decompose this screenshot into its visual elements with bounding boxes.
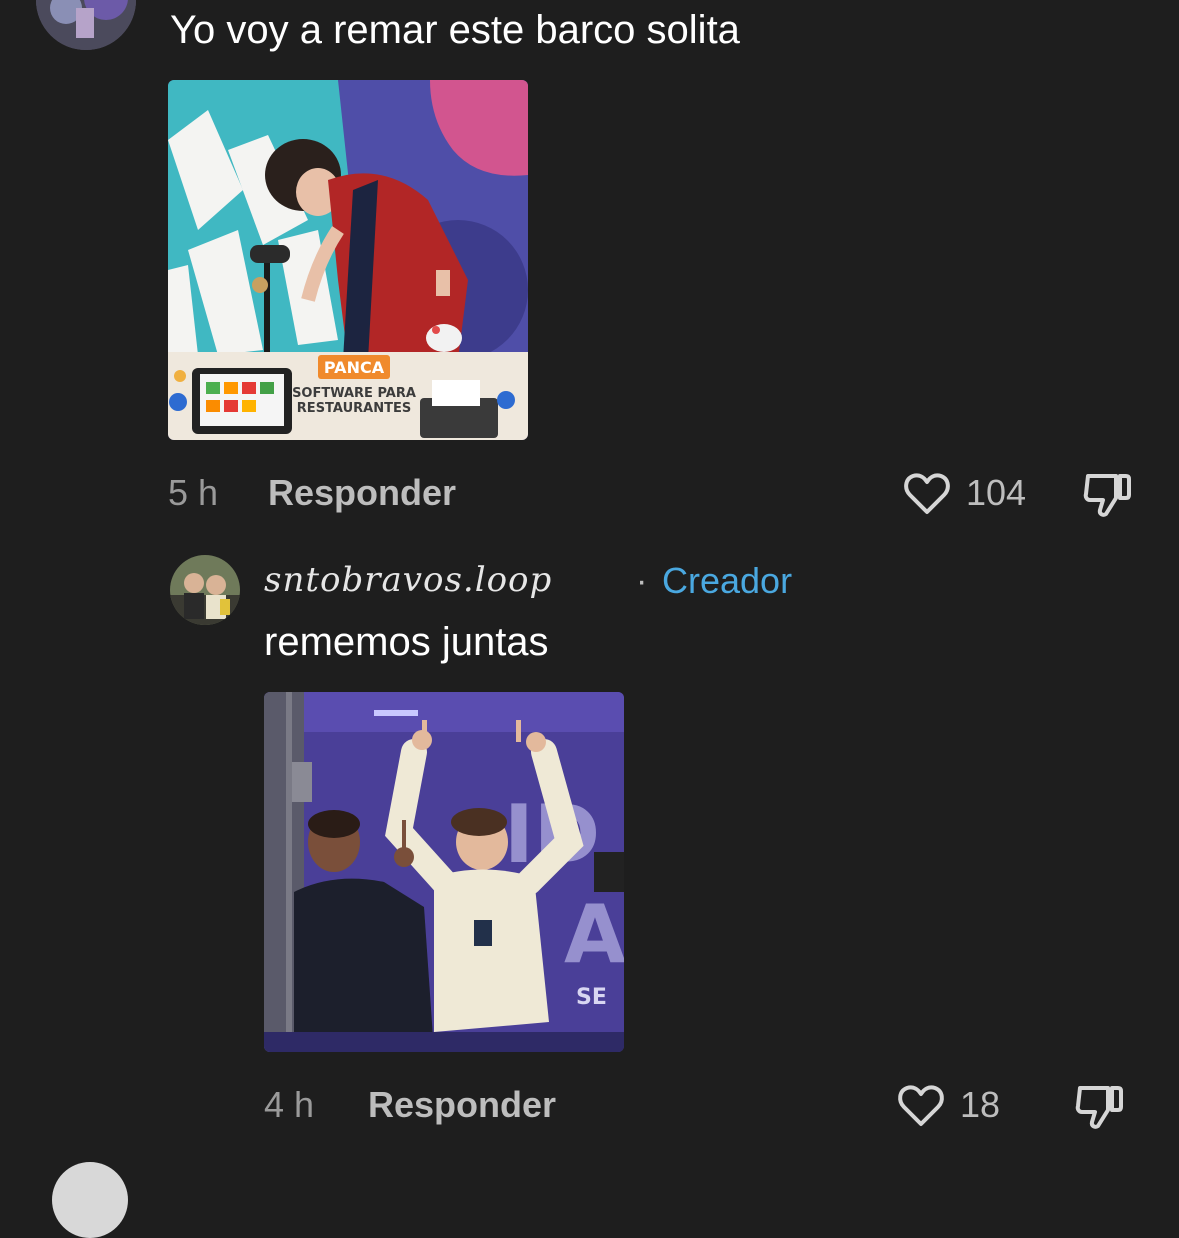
separator-dot: · [636, 562, 648, 600]
username[interactable]: sntobravos.loop [264, 560, 552, 600]
comment-avatar[interactable] [170, 555, 240, 625]
comment-avatar[interactable] [36, 0, 136, 50]
banner-line2: RESTAURANTES [297, 401, 411, 416]
comment-image[interactable]: ID A SE [264, 692, 624, 1052]
heart-icon [898, 1085, 944, 1126]
like-count: 104 [966, 472, 1027, 513]
like-button[interactable] [902, 468, 952, 518]
comment-time: 4 h [264, 1084, 315, 1125]
dislike-button[interactable] [1082, 468, 1134, 520]
banner-brand: PANCA [324, 358, 385, 377]
like-button[interactable] [896, 1080, 946, 1130]
comment-text: rememos juntas [264, 620, 549, 664]
thumbs-down-icon [1075, 1086, 1123, 1129]
banner-line1: SOFTWARE PARA [292, 386, 416, 401]
comment-time: 5 h [168, 472, 219, 513]
svg-text:A: A [564, 888, 624, 981]
reply-button[interactable]: Responder [368, 1084, 556, 1126]
next-comment-avatar[interactable] [52, 1162, 128, 1238]
reply-button[interactable]: Responder [268, 472, 456, 514]
podcast-photo: PANCA SOFTWARE PARA RESTAURANTES [168, 80, 528, 440]
dislike-button[interactable] [1074, 1080, 1126, 1132]
comment-text: Yo voy a remar este barco solita [170, 8, 740, 52]
like-count: 18 [960, 1084, 1001, 1125]
thumbs-down-icon [1083, 474, 1131, 517]
comment-image[interactable]: PANCA SOFTWARE PARA RESTAURANTES [168, 80, 528, 440]
studio-photo: ID A SE [264, 692, 624, 1052]
wall-sign: SE [576, 985, 607, 1010]
creator-badge: Creador [662, 560, 793, 601]
heart-icon [904, 473, 950, 514]
